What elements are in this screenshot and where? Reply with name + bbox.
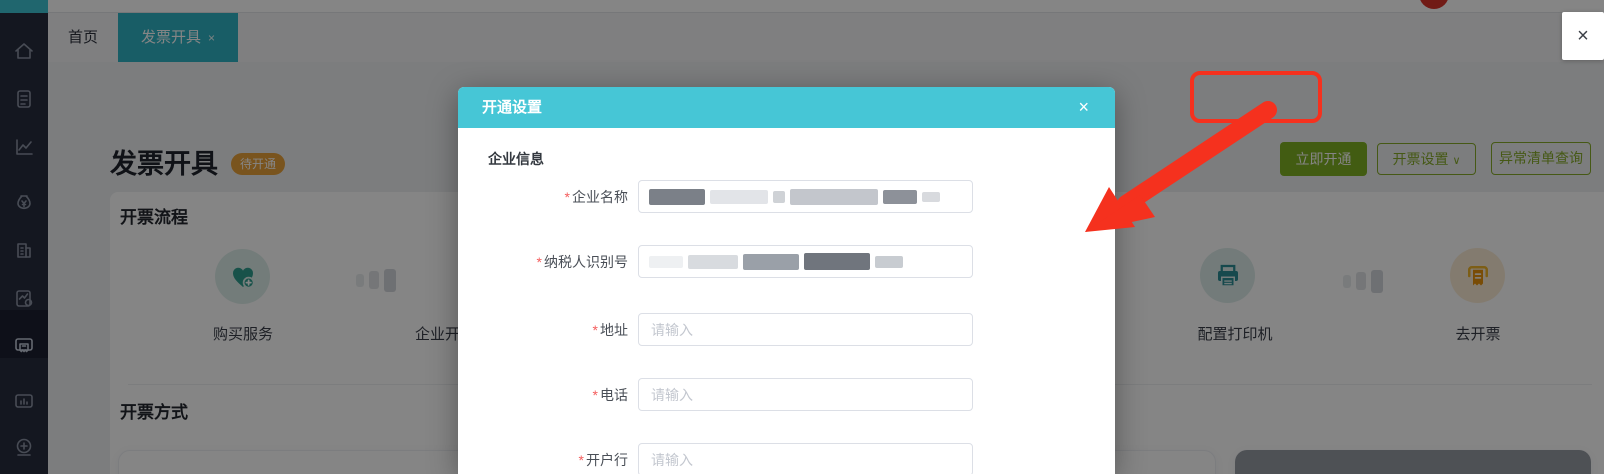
field-row-phone: * 电话	[498, 378, 1088, 411]
annotation-arrow-icon	[1085, 101, 1277, 232]
required-mark: *	[578, 451, 584, 468]
field-row-company-name: * 企业名称	[498, 180, 1088, 213]
field-label: * 开户行	[578, 451, 628, 468]
modal-header: 开通设置 ×	[458, 87, 1115, 128]
company-info-section-title: 企业信息	[488, 151, 544, 167]
required-mark: *	[592, 321, 598, 338]
field-label: * 地址	[592, 321, 628, 338]
required-mark: *	[536, 253, 542, 270]
field-row-bank: * 开户行	[498, 443, 1088, 474]
company-name-field[interactable]	[638, 180, 973, 213]
close-icon: ×	[1577, 24, 1589, 47]
field-row-taxpayer-id: * 纳税人识别号	[498, 245, 1088, 278]
required-mark: *	[564, 188, 570, 205]
modal-title: 开通设置	[482, 99, 543, 116]
address-input[interactable]	[638, 313, 973, 346]
app-window: 首页 发票开具 × 发票开具 待开通 立即开通 开票设置 ∨ 异常清单查询 开票…	[0, 0, 1604, 474]
phone-input[interactable]	[638, 378, 973, 411]
activation-settings-modal: 开通设置 × 企业信息 * 企业名称 * 纳税人识别号 * 地址 请输入 * 电…	[458, 87, 1115, 474]
required-mark: *	[592, 386, 598, 403]
bank-input[interactable]	[638, 443, 973, 474]
field-row-address: * 地址	[498, 313, 1088, 346]
field-label: * 电话	[592, 386, 628, 403]
taxpayer-id-field[interactable]	[638, 245, 973, 278]
window-close-button[interactable]: ×	[1562, 12, 1604, 60]
field-label: * 企业名称	[564, 188, 628, 205]
field-label: * 纳税人识别号	[536, 253, 628, 270]
